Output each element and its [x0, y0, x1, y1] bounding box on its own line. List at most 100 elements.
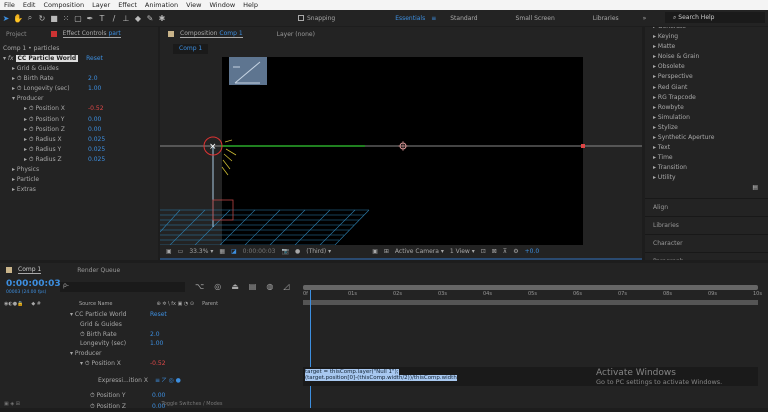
workspace-menu-icon[interactable]: ≡: [431, 15, 436, 22]
effect-category[interactable]: Transition: [645, 163, 768, 173]
search-help-input[interactable]: ⌕ Search Help: [665, 12, 765, 23]
comp-canvas[interactable]: ×: [160, 57, 642, 245]
effect-category[interactable]: Simulation: [645, 113, 768, 123]
tab-composition[interactable]: Composition Comp 1: [180, 30, 243, 38]
effect-category[interactable]: Keying: [645, 32, 768, 42]
rectangle-tool-icon[interactable]: ▢: [72, 12, 84, 24]
timeline-property-value[interactable]: 1.00: [150, 339, 163, 349]
time-navigator[interactable]: [303, 300, 758, 305]
effect-category[interactable]: Rowbyte: [645, 103, 768, 113]
motion-blur-icon[interactable]: ◍: [266, 282, 273, 291]
property-value[interactable]: 0.025: [88, 155, 105, 165]
menu-layer[interactable]: Layer: [92, 1, 110, 9]
tab-comp-1[interactable]: Comp 1: [18, 266, 42, 274]
pen-tool-icon[interactable]: ✒: [84, 12, 96, 24]
stopwatch-icon[interactable]: ⏱: [90, 392, 95, 399]
stopwatch-icon[interactable]: ⏱: [29, 126, 34, 133]
color-channel-icon[interactable]: ●: [295, 248, 300, 255]
stopwatch-icon[interactable]: ⏱: [85, 360, 90, 367]
zoom-tool-icon[interactable]: ⌕: [24, 12, 36, 24]
reset-button[interactable]: Reset: [86, 55, 103, 62]
more-workspaces-icon[interactable]: »: [643, 15, 647, 22]
effect-category[interactable]: RG Trapcode: [645, 93, 768, 103]
stopwatch-icon[interactable]: ⏱: [29, 146, 34, 153]
render-icon[interactable]: ⊠: [492, 248, 497, 255]
property-value[interactable]: 0.00: [88, 125, 101, 135]
comp-navigator-button[interactable]: Comp 1: [173, 44, 209, 54]
effect-name[interactable]: CC Particle World: [15, 55, 79, 62]
timeline-search-input[interactable]: ρ-: [60, 282, 185, 292]
timeline-property[interactable]: Grid & Guides: [80, 320, 122, 330]
graph-editor-icon[interactable]: ◿: [283, 282, 289, 291]
work-area-bar[interactable]: [303, 285, 758, 290]
effect-category[interactable]: Perspective: [645, 72, 768, 82]
menu-effect[interactable]: Effect: [118, 1, 137, 9]
tab-project[interactable]: Project: [6, 31, 27, 38]
snapping-toggle[interactable]: Snapping: [298, 15, 335, 22]
stopwatch-icon[interactable]: ⏱: [29, 105, 34, 112]
camera-tool-icon[interactable]: ■: [48, 12, 60, 24]
property-value[interactable]: -0.52: [88, 104, 104, 114]
clone-stamp-icon[interactable]: ⊥: [120, 12, 132, 24]
resolution-dropdown[interactable]: (Third) ▾: [306, 248, 366, 255]
tab-layer[interactable]: Layer (none): [277, 31, 315, 38]
property-value[interactable]: 0.025: [88, 135, 105, 145]
timeline-property[interactable]: ⏱ Birth Rate: [80, 330, 117, 340]
view-layout-dropdown[interactable]: 1 View ▾: [450, 248, 475, 255]
timeline-current-time[interactable]: 0:00:00:03: [6, 279, 61, 289]
roto-brush-icon[interactable]: ✎: [144, 12, 156, 24]
hide-shy-icon[interactable]: ⏏: [231, 282, 239, 291]
effect-category[interactable]: Text: [645, 143, 768, 153]
settings-icon[interactable]: ⚙: [513, 248, 518, 255]
effect-category[interactable]: Stylize: [645, 123, 768, 133]
effect-category[interactable]: Utility: [645, 173, 768, 183]
source-name-header[interactable]: Source Name: [79, 301, 113, 307]
menu-file[interactable]: File: [4, 1, 15, 9]
menu-animation[interactable]: Animation: [145, 1, 178, 9]
snapshot-icon[interactable]: 📷: [281, 248, 288, 255]
stopwatch-icon[interactable]: ⏱: [29, 156, 34, 163]
timeline-property[interactable]: ⏱ Position Y: [90, 391, 126, 401]
timeline-property[interactable]: ▾ Producer: [70, 349, 102, 359]
current-time[interactable]: 0:00:00:03: [243, 248, 276, 255]
workspace-libraries[interactable]: Libraries: [593, 15, 619, 22]
effect-category[interactable]: Synthetic Aperture: [645, 133, 768, 143]
menu-view[interactable]: View: [186, 1, 201, 9]
timeline-property-value[interactable]: Reset: [150, 310, 167, 320]
panel-paragraph[interactable]: Paragraph: [645, 251, 768, 260]
property-value[interactable]: 2.0: [88, 74, 98, 84]
tab-render-queue[interactable]: Render Queue: [77, 267, 120, 274]
stopwatch-icon[interactable]: ⏱: [17, 85, 22, 92]
timeline-property[interactable]: ▾ ⏱ Position X: [80, 359, 121, 369]
composition-flowchart-icon[interactable]: ⌥: [195, 282, 204, 291]
property-value[interactable]: 1.00: [88, 84, 101, 94]
menu-help[interactable]: Help: [243, 1, 258, 9]
toggle-switches-modes[interactable]: Toggle Switches / Modes: [162, 401, 223, 407]
timeline-property[interactable]: Expressi...ition X: [98, 376, 148, 386]
always-preview-icon[interactable]: ▣: [166, 248, 172, 255]
flowchart-icon[interactable]: ⊼: [503, 248, 507, 255]
fast-preview-icon[interactable]: ▣: [372, 248, 378, 255]
effect-category[interactable]: Time: [645, 153, 768, 163]
new-bin-icon[interactable]: ▤: [645, 184, 768, 198]
selection-tool-icon[interactable]: ➤: [0, 12, 12, 24]
effect-category[interactable]: Red Giant: [645, 83, 768, 93]
effect-category[interactable]: Matte: [645, 42, 768, 52]
panel-libraries[interactable]: Libraries: [645, 215, 768, 234]
property-value[interactable]: 0.025: [88, 145, 105, 155]
stopwatch-icon[interactable]: ⏱: [80, 331, 85, 338]
type-tool-icon[interactable]: T: [96, 12, 108, 24]
region-of-interest-icon[interactable]: ▦: [219, 248, 225, 255]
camera-dropdown[interactable]: Active Camera ▾: [395, 248, 444, 255]
panel-align[interactable]: Align: [645, 197, 768, 216]
stopwatch-icon[interactable]: ⏱: [17, 75, 22, 82]
workspace-standard[interactable]: Standard: [450, 15, 477, 22]
menu-edit[interactable]: Edit: [23, 1, 36, 9]
frame-blending-icon[interactable]: ▤: [249, 282, 257, 291]
puppet-pin-icon[interactable]: ✱: [156, 12, 168, 24]
workspace-small-screen[interactable]: Small Screen: [516, 15, 555, 22]
timeline-property-value[interactable]: -0.52: [150, 359, 166, 369]
tab-effect-controls[interactable]: Effect Controls part: [62, 30, 121, 38]
time-ruler[interactable]: 0f 01s 02s 03s 04s 05s 06s 07s 08s 09s 10s: [303, 291, 762, 299]
parent-header[interactable]: Parent: [202, 301, 218, 307]
